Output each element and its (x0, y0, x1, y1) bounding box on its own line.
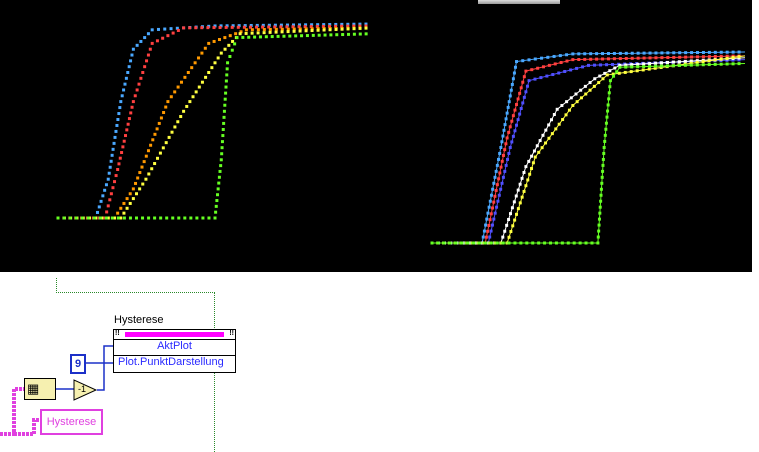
property-punktdarstellung[interactable]: Plot.PunktDarstellung (114, 355, 235, 371)
property-node[interactable]: !!!! AktPlot Plot.PunktDarstellung (113, 329, 236, 373)
hysterese-reference[interactable]: Hysterese (40, 409, 103, 435)
property-node-header: !!!! (114, 330, 235, 340)
property-aktplot[interactable]: AktPlot (114, 340, 235, 355)
graph-reference-node[interactable]: ▦ (24, 378, 56, 400)
negate-label: -1 (78, 384, 87, 394)
wires (0, 345, 113, 436)
table-icon: ▦ (27, 381, 40, 396)
property-node-title: Hysterese (114, 314, 164, 326)
numeric-constant[interactable]: 9 (70, 354, 86, 374)
wire-aktplot (97, 345, 113, 391)
